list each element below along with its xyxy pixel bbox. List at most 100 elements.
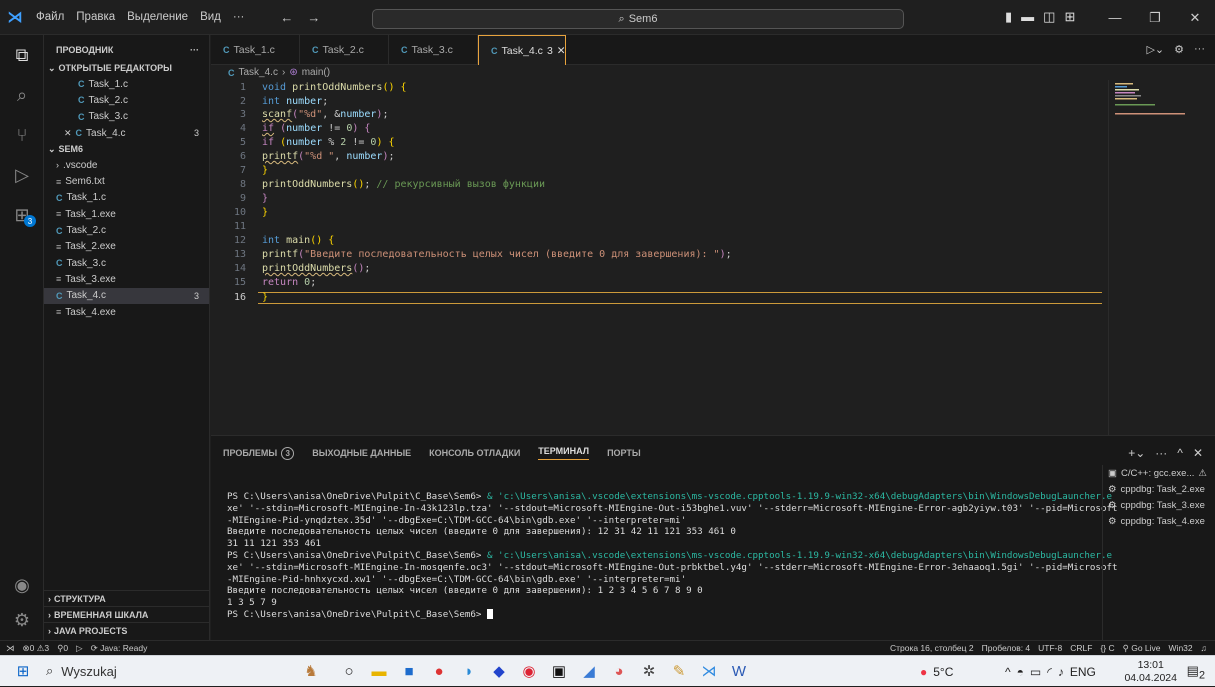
app-icon[interactable]: ✎: [664, 656, 694, 687]
breadcrumb-file[interactable]: Task_4.c: [239, 67, 278, 78]
notifications-bell-icon[interactable]: ♫: [1201, 643, 1207, 653]
widget-deer-icon[interactable]: ♞: [296, 656, 326, 687]
open-editor-item[interactable]: C Task_1.c: [44, 76, 209, 92]
java-status[interactable]: ⟳ Java: Ready: [91, 643, 148, 654]
folder-section[interactable]: ⌄ SEM6: [44, 141, 209, 157]
toggle-sidebar-icon[interactable]: ▮: [1005, 9, 1012, 25]
app-icon[interactable]: ◆: [484, 656, 514, 687]
file-item[interactable]: ≡ Task_3.exe: [44, 271, 209, 287]
menu-view[interactable]: Вид: [194, 11, 227, 23]
search-activity-icon[interactable]: ⌕: [0, 75, 44, 115]
menu-more[interactable]: ···: [227, 11, 251, 23]
weather-temp[interactable]: 5°C: [933, 665, 953, 679]
close-editor-icon[interactable]: ✕: [64, 128, 72, 139]
go-live-button[interactable]: ⚲ Go Live: [1123, 643, 1161, 654]
open-editors-section[interactable]: ⌄ ОТКРЫТЫЕ РЕДАКТОРЫ: [44, 60, 209, 76]
tab-task-4[interactable]: C Task_4.c 3 ✕: [478, 35, 566, 65]
file-item[interactable]: C Task_2.c: [44, 222, 209, 238]
open-editor-item[interactable]: C Task_3.c: [44, 109, 209, 125]
word-icon[interactable]: W: [724, 656, 754, 687]
language-mode[interactable]: {} C: [1100, 643, 1114, 653]
platform[interactable]: Win32: [1169, 643, 1193, 653]
settings-icon[interactable]: ✲: [634, 656, 664, 687]
file-item[interactable]: C Task_1.c: [44, 190, 209, 206]
taskbar-search[interactable]: ⌕ Wyszukaj: [46, 656, 246, 687]
tab-task-2[interactable]: C Task_2.c: [300, 35, 389, 65]
file-item[interactable]: C Task_3.c: [44, 255, 209, 271]
close-icon[interactable]: ✕: [1175, 0, 1215, 35]
indentation[interactable]: Пробелов: 4: [982, 643, 1031, 653]
tray-icon[interactable]: ◓: [1017, 665, 1024, 679]
vscode-taskbar-icon[interactable]: ⋊: [694, 656, 724, 687]
open-editor-item[interactable]: ✕ C Task_4.c 3: [44, 125, 209, 141]
problems-status[interactable]: ⊗0 ⚠3: [23, 643, 50, 654]
tab-task-1[interactable]: C Task_1.c: [211, 35, 300, 65]
restore-icon[interactable]: ❐: [1135, 0, 1175, 35]
customize-layout-icon[interactable]: ⊞: [1064, 9, 1075, 25]
task-view-icon[interactable]: ○: [334, 656, 364, 687]
breadcrumb-symbol[interactable]: main(): [302, 67, 330, 78]
volume-icon[interactable]: ♪: [1058, 665, 1064, 679]
explorer-icon[interactable]: ⧉: [0, 35, 44, 75]
account-icon[interactable]: ◉: [0, 565, 44, 605]
file-item[interactable]: ≡ Task_4.exe: [44, 304, 209, 320]
run-debug-icon[interactable]: ▷: [0, 155, 44, 195]
minimap[interactable]: [1108, 80, 1215, 435]
more-actions-icon[interactable]: ···: [190, 45, 199, 55]
tray-up-chevron-icon[interactable]: ^: [1005, 665, 1011, 679]
terminal-output[interactable]: PS C:\Users\anisa\OneDrive\Pulpit\C_Base…: [227, 491, 1118, 621]
battery-icon[interactable]: ▭: [1030, 665, 1041, 679]
terminal-list-item[interactable]: ▣ C/C++: gcc.exe... ⚠: [1103, 465, 1215, 481]
extensions-icon[interactable]: ⊞ 3: [0, 195, 44, 235]
windows-start-icon[interactable]: ⊞: [8, 656, 38, 687]
file-explorer-icon[interactable]: ▬: [364, 656, 394, 687]
settings-gear-icon[interactable]: ⚙: [1174, 43, 1184, 56]
tradingview-icon[interactable]: ▣: [544, 656, 574, 687]
new-terminal-plus-icon[interactable]: +⌄: [1128, 446, 1145, 460]
close-tab-icon[interactable]: ✕: [557, 45, 566, 57]
menu-file[interactable]: Файл: [30, 11, 70, 23]
encoding[interactable]: UTF-8: [1038, 643, 1062, 653]
file-item[interactable]: ≡ Task_1.exe: [44, 206, 209, 222]
cursor-position[interactable]: Строка 16, столбец 2: [890, 643, 974, 653]
file-item[interactable]: › .vscode: [44, 157, 209, 173]
open-editor-item[interactable]: C Task_2.c: [44, 92, 209, 108]
tab-terminal[interactable]: ТЕРМИНАЛ: [538, 446, 590, 460]
manage-gear-icon[interactable]: ⚙: [0, 600, 44, 640]
tab-problems[interactable]: ПРОБЛЕМЫ 3: [223, 446, 295, 460]
timeline-section[interactable]: › ВРЕМЕННАЯ ШКАЛА: [44, 607, 210, 623]
maximize-panel-icon[interactable]: ^: [1177, 446, 1183, 460]
line-ending[interactable]: CRLF: [1070, 643, 1092, 653]
app-icon[interactable]: ◉: [514, 656, 544, 687]
chrome-icon[interactable]: ●: [424, 656, 454, 687]
close-panel-icon[interactable]: ✕: [1193, 446, 1203, 460]
tab-task-3[interactable]: C Task_3.c: [389, 35, 478, 65]
toggle-panel-icon[interactable]: ▬: [1021, 9, 1034, 25]
minimize-icon[interactable]: —: [1095, 0, 1135, 35]
terminal-list-item[interactable]: ⚙ cppdbg: Task_4.exe: [1103, 513, 1215, 529]
file-item[interactable]: ≡ Sem6.txt: [44, 173, 209, 189]
tab-debug-console[interactable]: КОНСОЛЬ ОТЛАДКИ: [429, 448, 520, 458]
run-file-icon[interactable]: ▷⌄: [1146, 43, 1164, 56]
editor-more-icon[interactable]: ···: [1194, 43, 1205, 56]
app-icon[interactable]: ◗: [454, 656, 484, 687]
code-editor[interactable]: 1 2 3 4 5 6 7 8 9 10 11 12 13 14 15 16 v…: [211, 80, 1215, 435]
debug-status-icon[interactable]: ▷: [76, 643, 83, 654]
store-icon[interactable]: ■: [394, 656, 424, 687]
clock[interactable]: 13:01 04.04.2024: [1124, 659, 1177, 685]
panel-more-icon[interactable]: ···: [1155, 446, 1167, 460]
back-arrow-icon[interactable]: ←: [280, 10, 293, 25]
source-control-icon[interactable]: ⑂: [0, 115, 44, 155]
menu-edit[interactable]: Правка: [70, 11, 121, 23]
tab-ports[interactable]: ПОРТЫ: [607, 448, 641, 458]
wifi-icon[interactable]: ◜: [1047, 665, 1052, 679]
tab-output[interactable]: ВЫХОДНЫЕ ДАННЫЕ: [312, 448, 411, 458]
java-projects-section[interactable]: › JAVA PROJECTS: [44, 623, 210, 639]
file-item[interactable]: C Task_4.c 3: [44, 287, 209, 304]
outline-section[interactable]: › СТРУКТУРА: [44, 591, 210, 607]
terminal-list-item[interactable]: ⚙ cppdbg: Task_2.exe: [1103, 481, 1215, 497]
app-icon[interactable]: ◕: [604, 656, 634, 687]
terminal-list-item[interactable]: ⚙ cppdbg: Task_3.exe: [1103, 497, 1215, 513]
ports-status[interactable]: ⚲0: [57, 643, 68, 654]
file-item[interactable]: ≡ Task_2.exe: [44, 239, 209, 255]
